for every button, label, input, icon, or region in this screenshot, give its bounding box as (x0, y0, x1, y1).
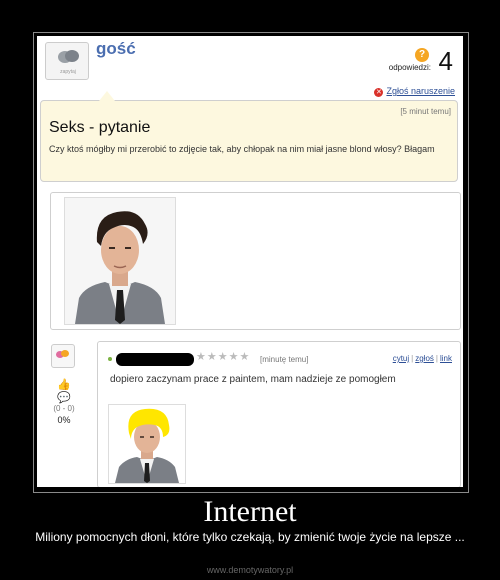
logo-text: zapytaj (60, 69, 76, 75)
answer-text: dopiero zaczynam prace z paintem, mam na… (110, 374, 396, 385)
quote-link[interactable]: cytuj (393, 354, 409, 363)
author-redacted (116, 353, 194, 366)
question-photo[interactable] (64, 197, 176, 325)
answer-time: [minutę temu] (260, 355, 309, 364)
answer-photo[interactable] (108, 404, 186, 484)
comment-icon[interactable]: 💬 (57, 392, 71, 404)
question-title: Seks - pytanie (49, 119, 151, 136)
answer-card: ★★★★★ [minutę temu] cytuj | zgłoś | link dop… (97, 341, 461, 487)
site-logo: zapytaj (45, 42, 89, 80)
edited-portrait-image (109, 405, 185, 483)
report-link[interactable]: ✕ Zgłoś naruszenie (374, 86, 455, 97)
bubble-tail (99, 91, 115, 101)
screenshot-panel: zapytaj gość ? odpowiedzi: 4 ✕ Zgłoś naru… (37, 36, 463, 487)
answers-count: 4 (438, 46, 453, 76)
permalink[interactable]: link (440, 354, 452, 363)
report-answer-link[interactable]: zgłoś (415, 354, 434, 363)
answer-actions: cytuj | zgłoś | link (392, 354, 452, 363)
vote-percent: 0% (57, 415, 71, 425)
question-attachment (50, 192, 461, 330)
vote-box: 👍 💬 (0 - 0) 0% (50, 378, 78, 425)
man-portrait-image (65, 198, 175, 324)
answers-counter: ? odpowiedzi: 4 (335, 44, 455, 76)
username[interactable]: gość (96, 39, 136, 59)
vote-count: (0 - 0) (53, 404, 75, 413)
avatar-bubble-icon (61, 350, 69, 357)
rating-stars[interactable]: ★★★★★ (196, 350, 250, 363)
online-dot-icon (108, 357, 112, 361)
question-bubble: [5 minut temu] Seks - pytanie Czy ktoś m… (40, 91, 458, 182)
logo-bubble-icon (65, 50, 79, 62)
question-time: [5 minut temu] (400, 107, 451, 116)
poster-title: Internet (203, 495, 297, 528)
site-url[interactable]: www.demotywatory.pl (0, 565, 500, 575)
answer-avatar (51, 344, 75, 368)
thumb-up-icon[interactable]: 👍 (57, 379, 71, 391)
poster-subtitle: Miliony pomocnych dłoni, które tylko cze… (35, 530, 465, 544)
question-mark-icon: ? (415, 48, 429, 62)
question-body: Czy ktoś mógłby mi przerobić to zdjęcie … (49, 144, 435, 154)
answers-label: odpowiedzi: (388, 63, 431, 72)
report-icon: ✕ (374, 88, 384, 97)
report-label: Zgłoś naruszenie (386, 86, 455, 96)
